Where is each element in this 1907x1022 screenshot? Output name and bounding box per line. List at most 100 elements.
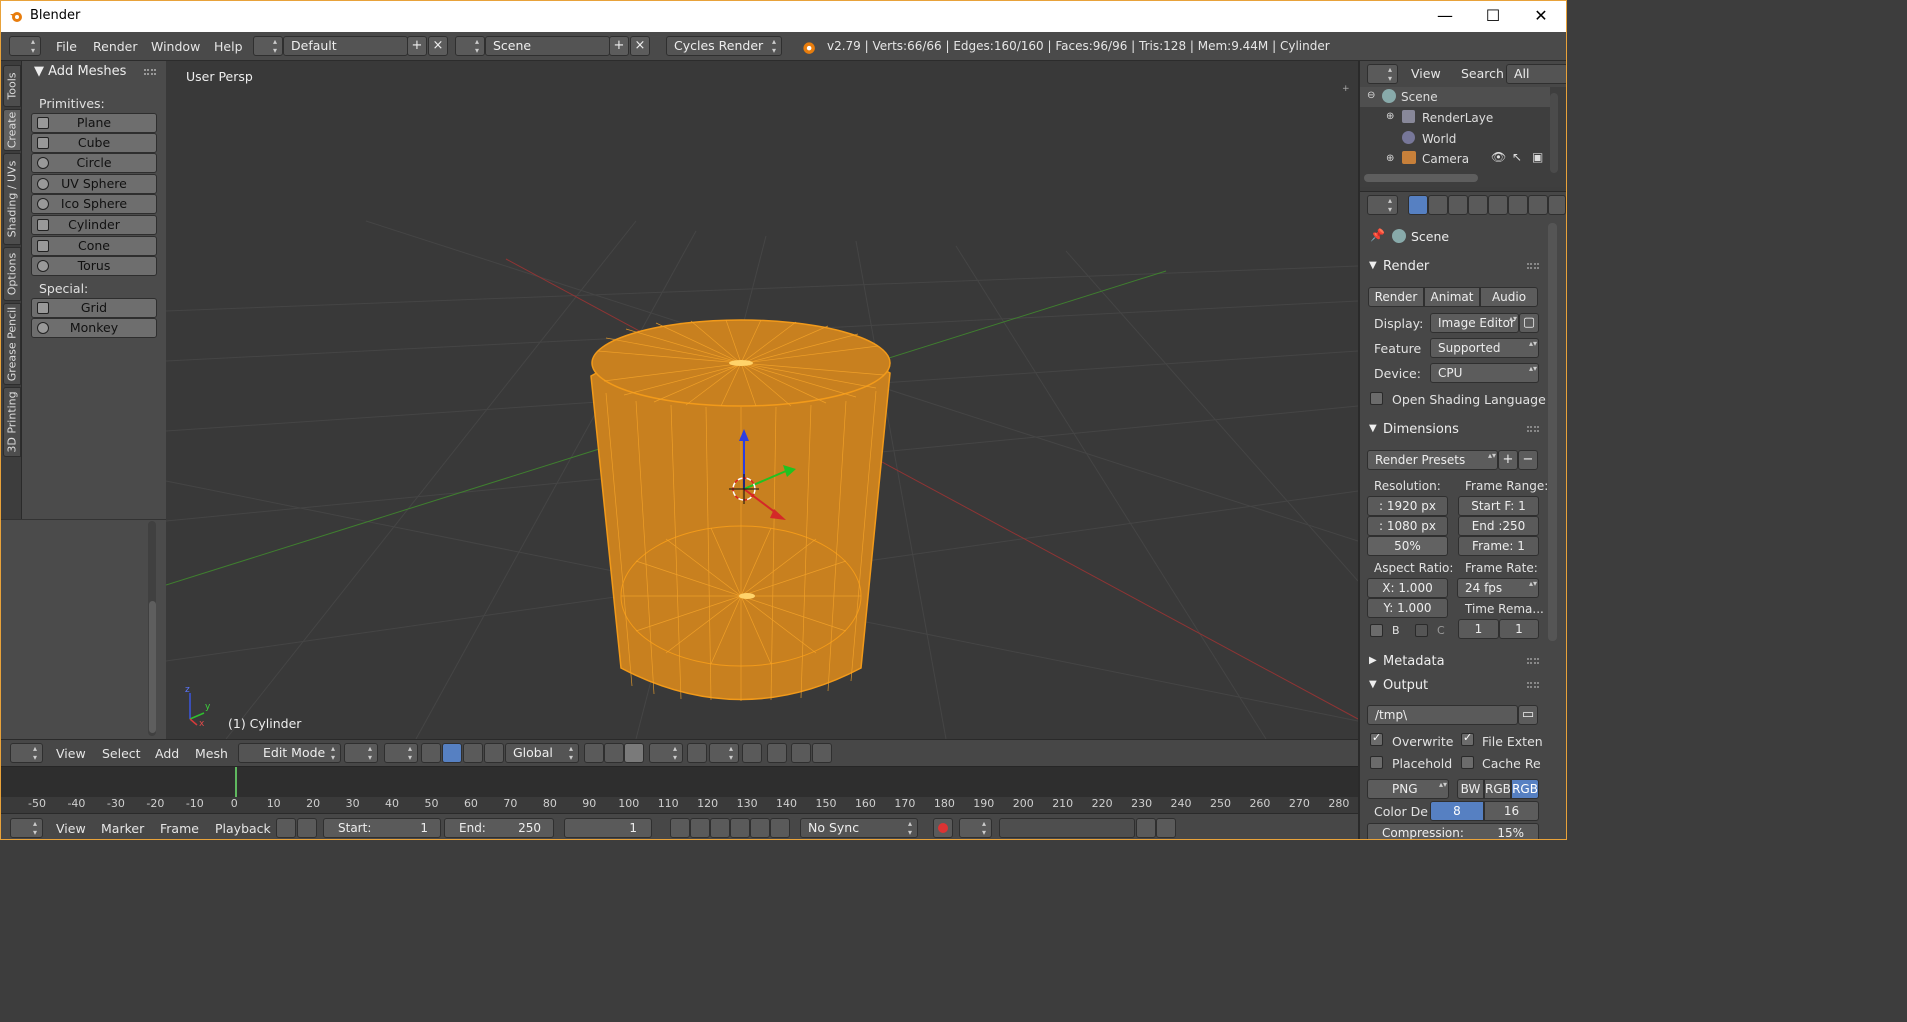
- add-torus-button[interactable]: Torus: [31, 256, 157, 276]
- menu-render[interactable]: Render: [93, 39, 138, 54]
- edge-select-icon[interactable]: [604, 743, 624, 763]
- proportional-edit-icon[interactable]: [649, 743, 683, 763]
- properties-toggle-icon[interactable]: +: [1342, 84, 1352, 94]
- menu-frame[interactable]: Frame: [160, 821, 199, 836]
- transform-orientation-select[interactable]: Global: [505, 743, 579, 763]
- resolution-percentage-slider[interactable]: 50%: [1367, 536, 1448, 556]
- end-frame-field[interactable]: End: 250: [444, 818, 554, 838]
- maximize-button[interactable]: ☐: [1481, 5, 1505, 27]
- editor-type-outliner-icon[interactable]: [1367, 64, 1398, 84]
- outliner-menu-search[interactable]: Search: [1461, 66, 1504, 81]
- time-remap-old-field[interactable]: 1: [1458, 619, 1499, 639]
- panel-grip-icon[interactable]: [1527, 682, 1539, 688]
- color-rgb-button[interactable]: RGB: [1484, 779, 1511, 799]
- tab-3d-printing[interactable]: 3D Printing: [3, 387, 21, 457]
- play-reverse-icon[interactable]: [710, 818, 730, 838]
- add-scene-button[interactable]: +: [609, 36, 629, 56]
- object-context-icon[interactable]: [1488, 195, 1508, 215]
- output-panel-header[interactable]: ▼ Output: [1365, 676, 1541, 698]
- compression-slider[interactable]: Compression: 15%: [1367, 823, 1539, 839]
- timeline[interactable]: -50 -40 -30 -20 -10 0 10 20 30 40 50 60 70 80 90 100 110…: [1, 766, 1358, 813]
- output-path-field[interactable]: /tmp\: [1367, 705, 1518, 725]
- add-cube-button[interactable]: Cube: [31, 133, 157, 153]
- panel-grip-icon[interactable]: [1527, 426, 1539, 432]
- outliner-item-camera[interactable]: Camera: [1422, 152, 1469, 166]
- play-icon[interactable]: [730, 818, 750, 838]
- vertex-select-icon[interactable]: [584, 743, 604, 763]
- jump-end-icon[interactable]: [770, 818, 790, 838]
- menu-add[interactable]: Add: [155, 746, 179, 761]
- expand-icon[interactable]: ⊕: [1386, 111, 1394, 122]
- dimensions-panel-header[interactable]: ▼ Dimensions: [1365, 420, 1541, 442]
- add-uv-sphere-button[interactable]: UV Sphere: [31, 174, 157, 194]
- mode-select[interactable]: Edit Mode: [238, 743, 341, 763]
- properties-scrollbar[interactable]: [1548, 223, 1557, 641]
- preview-range-icon[interactable]: [276, 818, 296, 838]
- 3d-viewport[interactable]: User Persp (1) Cylinder z y x +: [166, 61, 1358, 739]
- crop-checkbox[interactable]: [1415, 624, 1428, 637]
- frame-rate-select[interactable]: 24 fps: [1457, 578, 1539, 598]
- menu-mesh[interactable]: Mesh: [195, 746, 228, 761]
- current-frame-indicator[interactable]: [235, 767, 237, 797]
- feature-set-select[interactable]: Supported: [1430, 338, 1539, 358]
- resolution-y-field[interactable]: : 1080 px: [1367, 516, 1448, 536]
- add-cone-button[interactable]: Cone: [31, 236, 157, 256]
- placeholders-checkbox[interactable]: [1370, 756, 1383, 769]
- resolution-x-field[interactable]: : 1920 px: [1367, 496, 1448, 516]
- aspect-x-field[interactable]: X: 1.000: [1367, 578, 1448, 598]
- render-layers-context-icon[interactable]: [1428, 195, 1448, 215]
- color-bw-button[interactable]: BW: [1457, 779, 1484, 799]
- editor-type-info-icon[interactable]: [9, 36, 41, 56]
- osl-checkbox[interactable]: [1370, 392, 1383, 405]
- outliner-item-world[interactable]: World: [1422, 132, 1456, 146]
- active-keying-set-field[interactable]: [999, 818, 1135, 838]
- constraints-context-icon[interactable]: [1508, 195, 1528, 215]
- render-audio-button[interactable]: Audio: [1480, 287, 1538, 307]
- selectable-arrow-icon[interactable]: ↖: [1512, 150, 1522, 164]
- time-remap-new-field[interactable]: 1: [1499, 619, 1539, 639]
- menu-playback[interactable]: Playback: [215, 821, 271, 836]
- add-grid-button[interactable]: Grid: [31, 298, 157, 318]
- file-extensions-checkbox[interactable]: [1461, 731, 1474, 746]
- add-preset-button[interactable]: +: [1498, 450, 1518, 470]
- screen-layout-icon[interactable]: [253, 36, 283, 56]
- collapse-icon[interactable]: ⊖: [1367, 90, 1375, 101]
- outliner-item-renderlayers[interactable]: RenderLaye: [1422, 111, 1493, 125]
- tab-grease-pencil[interactable]: Grease Pencil: [3, 303, 21, 385]
- panel-grip-icon[interactable]: [1527, 658, 1539, 664]
- rotate-manipulator-icon[interactable]: [463, 743, 483, 763]
- color-rgba-button[interactable]: RGB: [1511, 779, 1539, 799]
- menu-view[interactable]: View: [56, 746, 86, 761]
- data-context-icon[interactable]: [1548, 195, 1566, 215]
- pivot-point-icon[interactable]: [384, 743, 418, 763]
- close-button[interactable]: ✕: [1529, 5, 1553, 27]
- modifiers-wrench-icon[interactable]: [1528, 195, 1548, 215]
- outliner-h-scrollbar[interactable]: [1364, 174, 1478, 182]
- translate-manipulator-icon[interactable]: [442, 743, 462, 763]
- metadata-panel-header[interactable]: ▶ Metadata: [1365, 652, 1541, 674]
- insert-keyframe-icon[interactable]: [1136, 818, 1156, 838]
- next-keyframe-icon[interactable]: [750, 818, 770, 838]
- add-meshes-panel-header[interactable]: ▼ Add Meshes: [34, 64, 126, 79]
- pin-icon[interactable]: 📌: [1370, 228, 1385, 242]
- face-select-icon[interactable]: [624, 743, 644, 763]
- aspect-y-field[interactable]: Y: 1.000: [1367, 598, 1448, 618]
- file-format-select[interactable]: PNG: [1367, 779, 1449, 799]
- renderable-camera-icon[interactable]: ▣: [1532, 150, 1543, 164]
- cache-result-checkbox[interactable]: [1461, 756, 1474, 769]
- prev-keyframe-icon[interactable]: [690, 818, 710, 838]
- menu-window[interactable]: Window: [151, 39, 200, 54]
- delete-keyframe-icon[interactable]: [1156, 818, 1176, 838]
- add-monkey-button[interactable]: Monkey: [31, 318, 157, 338]
- outliner-menu-view[interactable]: View: [1411, 66, 1441, 81]
- keying-set-icon[interactable]: [959, 818, 992, 838]
- area-divider[interactable]: [1358, 61, 1360, 839]
- tab-tools[interactable]: Tools: [3, 65, 21, 107]
- editor-type-timeline-icon[interactable]: [10, 818, 43, 838]
- viewport-shading-icon[interactable]: [344, 743, 378, 763]
- scale-manipulator-icon[interactable]: [484, 743, 504, 763]
- outliner-filter-select[interactable]: All Scenes: [1506, 64, 1566, 99]
- minimize-button[interactable]: —: [1433, 5, 1457, 27]
- record-icon[interactable]: [933, 818, 953, 838]
- scene-field[interactable]: Scene: [485, 36, 610, 56]
